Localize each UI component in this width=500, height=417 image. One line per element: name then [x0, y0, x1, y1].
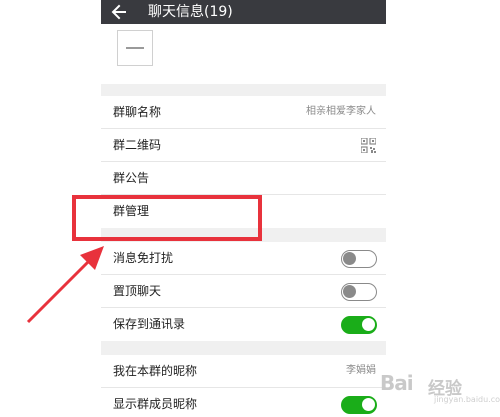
- show-member-nicknames-row: 显示群成员昵称: [101, 388, 386, 417]
- save-to-contacts-toggle[interactable]: [341, 316, 377, 334]
- nickname-section: 我在本群的昵称 李娟娟 显示群成员昵称: [101, 355, 386, 417]
- phone-screen: 聊天信息(19) 群聊名称 相亲相爱李家人 群二维码 群公告 群管理 消息免打扰…: [101, 0, 386, 417]
- group-qr-code-label: 群二维码: [113, 138, 162, 152]
- my-group-nickname-row[interactable]: 我在本群的昵称 李娟娟: [101, 355, 386, 388]
- qr-code-icon: [361, 138, 376, 153]
- top-bar: 聊天信息(19): [101, 0, 386, 24]
- toggle-knob: [362, 318, 375, 331]
- my-group-nickname-value: 李娟娟: [346, 365, 376, 376]
- sticky-on-top-toggle[interactable]: [341, 283, 377, 301]
- sticky-on-top-label: 置顶聊天: [113, 284, 162, 298]
- chat-settings-section: 消息免打扰 置顶聊天 保存到通讯录: [101, 242, 386, 341]
- group-manage-label: 群管理: [113, 204, 150, 218]
- show-member-nicknames-toggle[interactable]: [341, 396, 377, 414]
- group-name-label: 群聊名称: [113, 105, 162, 119]
- toggle-knob: [362, 398, 375, 411]
- watermark-url: jingyan.baidu.com: [434, 395, 500, 404]
- remove-member-button[interactable]: [117, 30, 153, 66]
- member-area: [101, 24, 386, 84]
- toggle-knob: [343, 252, 356, 265]
- mute-notifications-toggle[interactable]: [341, 250, 377, 268]
- page-title: 聊天信息(19): [148, 4, 233, 20]
- watermark-suffix: 经验: [428, 379, 462, 399]
- back-arrow-icon[interactable]: [109, 2, 129, 22]
- group-qr-code-row[interactable]: 群二维码: [101, 129, 386, 162]
- show-member-nicknames-label: 显示群成员昵称: [113, 397, 198, 411]
- toggle-knob: [343, 285, 356, 298]
- minus-icon: [126, 47, 144, 49]
- group-name-row[interactable]: 群聊名称 相亲相爱李家人: [101, 96, 386, 129]
- mute-notifications-label: 消息免打扰: [113, 251, 174, 265]
- mute-notifications-row: 消息免打扰: [101, 242, 386, 275]
- sticky-on-top-row: 置顶聊天: [101, 275, 386, 308]
- group-manage-row[interactable]: 群管理: [101, 195, 386, 228]
- save-to-contacts-row: 保存到通讯录: [101, 308, 386, 341]
- baidu-watermark: Bai 经验 jingyan.baidu.com: [378, 368, 500, 408]
- group-info-section: 群聊名称 相亲相爱李家人 群二维码 群公告 群管理: [101, 96, 386, 228]
- save-to-contacts-label: 保存到通讯录: [113, 317, 186, 331]
- my-group-nickname-label: 我在本群的昵称: [113, 364, 198, 378]
- group-notice-label: 群公告: [113, 171, 150, 185]
- group-name-value: 相亲相爱李家人: [306, 106, 376, 117]
- group-notice-row[interactable]: 群公告: [101, 162, 386, 195]
